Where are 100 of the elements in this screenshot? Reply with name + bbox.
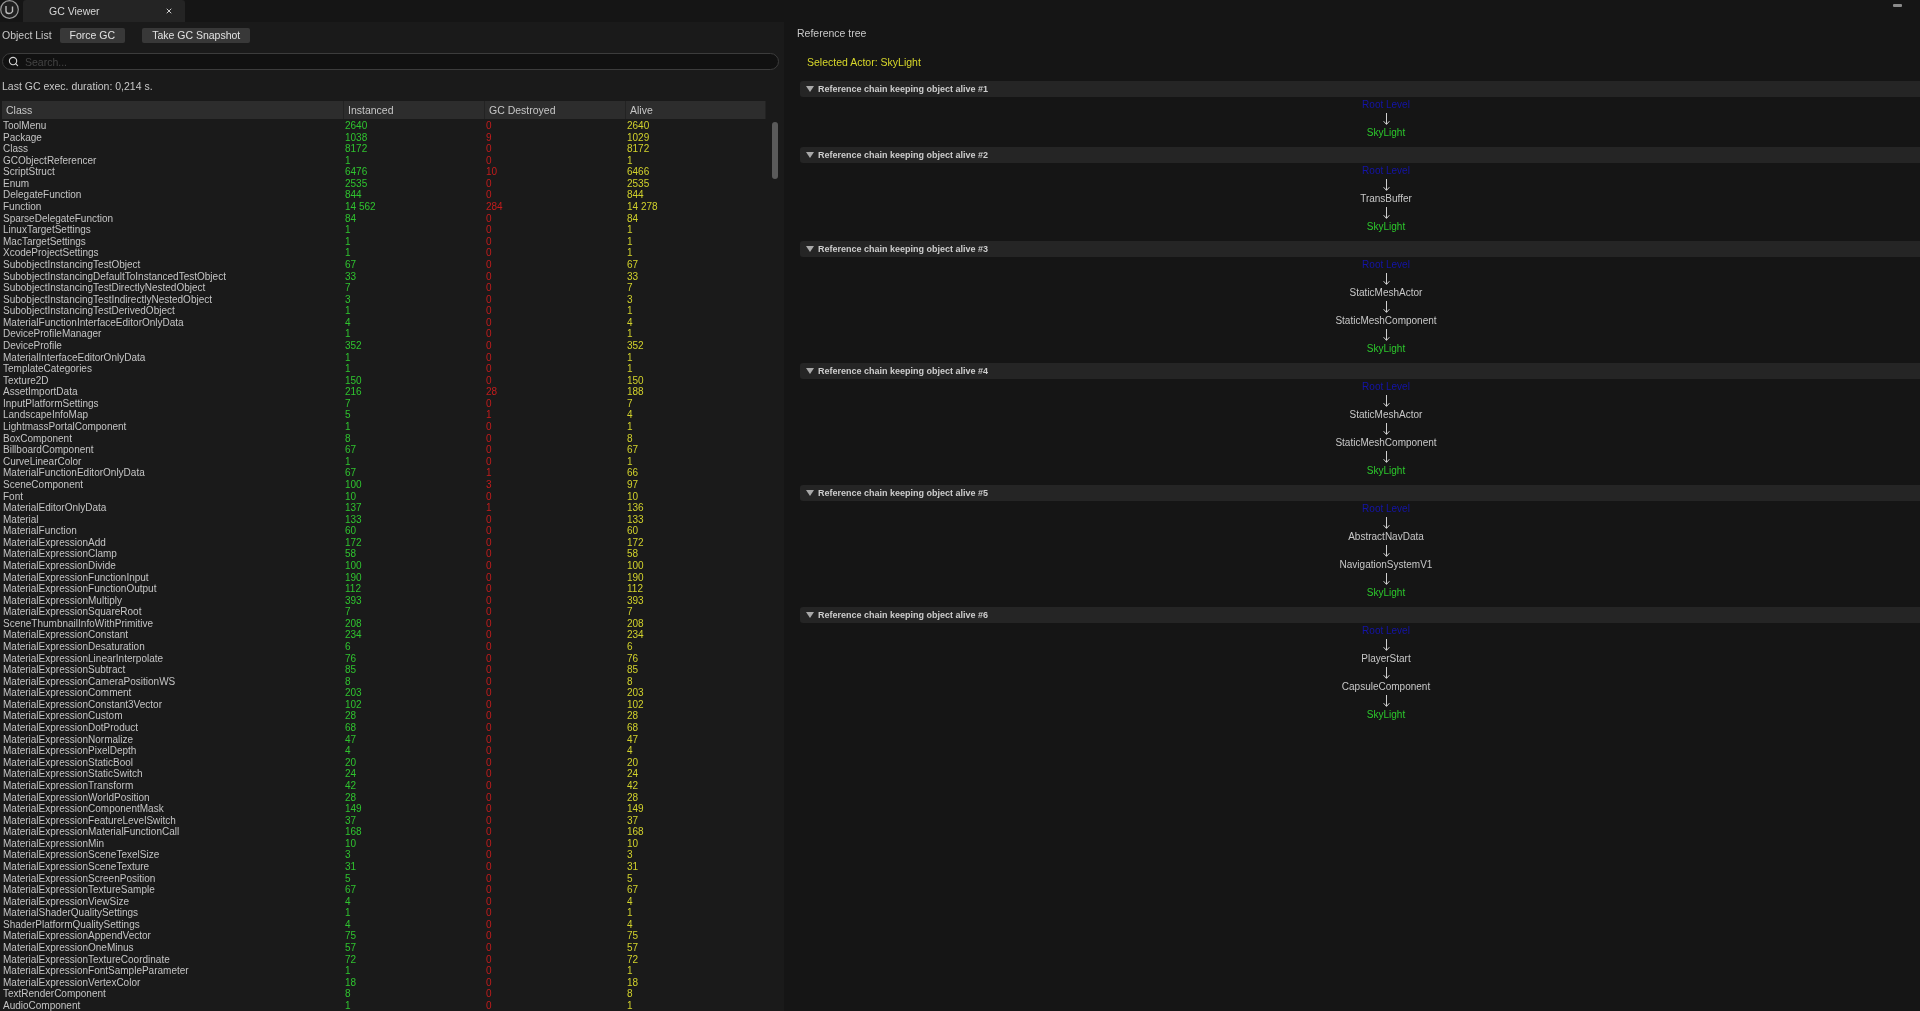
table-cell-text: 0 (485, 571, 493, 584)
chain-header[interactable]: Reference chain keeping object alive #2 (800, 147, 1920, 163)
table-cell-text: 188 (626, 386, 645, 398)
table-cell-text: 0 (485, 675, 493, 688)
table-cell-text: 28 (626, 710, 640, 723)
table-cell-text: 0 (485, 687, 493, 699)
table-cell-text: Material (2, 513, 40, 526)
column-header[interactable]: Instanced (344, 101, 485, 119)
table-cell-text: 3 (626, 293, 634, 306)
chain-header[interactable]: Reference chain keeping object alive #3 (800, 241, 1920, 257)
object-name-label: Root Level (1362, 502, 1410, 516)
table-cell-text: 0 (485, 490, 493, 503)
object-name-label: StaticMeshComponent (1335, 314, 1437, 328)
column-header[interactable]: Class (2, 101, 344, 119)
table-cell-text: MaterialExpressionComponentMask (2, 803, 165, 815)
chain-header[interactable]: Reference chain keeping object alive #4 (800, 363, 1920, 379)
table-cell-text: DeviceProfile (2, 340, 63, 352)
table-cell-text: 0 (485, 374, 493, 387)
table-cell-text: 75 (344, 930, 358, 943)
table-cell-text: 0 (485, 791, 493, 804)
table-cell-text: 4 (344, 918, 352, 931)
table-cell-text: 0 (485, 316, 493, 329)
table-cell-text: MaterialExpressionFunctionInput (2, 571, 150, 584)
table-cell-text: 0 (485, 884, 493, 896)
table-cell-text: 0 (485, 397, 493, 410)
table-cell-text: 352 (626, 340, 645, 352)
object-name-label: StaticMeshComponent (1335, 436, 1437, 450)
table-cell-text: 0 (485, 652, 493, 665)
table-cell-text: 0 (485, 583, 493, 595)
table-cell-text: 203 (344, 687, 363, 699)
table-cell-text: MaterialExpressionDotProduct (2, 722, 140, 734)
table-cell-text: 0 (485, 432, 493, 445)
table-cell-text: 1 (626, 421, 634, 433)
object-name-label: Root Level (1362, 380, 1410, 394)
table-cell-text: 0 (485, 363, 493, 375)
table-cell-text: 10 (626, 490, 640, 503)
table-cell-text: Font (2, 490, 24, 503)
table-cell-text: MaterialExpressionSubtract (2, 664, 127, 676)
table-cell-text: 57 (626, 942, 640, 954)
object-name-label: SkyLight (1366, 126, 1406, 140)
table-cell-text: 0 (485, 536, 493, 549)
table-cell-text: 0 (485, 664, 493, 676)
chain-header[interactable]: Reference chain keeping object alive #1 (800, 81, 1920, 97)
table-cell-text: 1 (626, 455, 634, 468)
table-cell-text: ScriptStruct (2, 166, 56, 178)
table-cell-text: 0 (485, 698, 493, 711)
table-cell-text: 208 (344, 617, 363, 630)
column-header[interactable]: Alive (626, 101, 766, 119)
table-cell-text: 28 (485, 386, 499, 398)
object-name-label: StaticMeshActor (1349, 286, 1423, 300)
table-cell-text: LinuxTargetSettings (2, 224, 92, 236)
table-cell-text: MaterialExpressionFunctionOutput (2, 583, 158, 595)
action-button[interactable]: Force GC (59, 27, 126, 43)
chain-header[interactable]: Reference chain keeping object alive #6 (800, 607, 1920, 623)
arrow-down-icon (1382, 695, 1390, 707)
table-cell-text: MaterialExpressionDivide (2, 559, 117, 572)
table-cell-text: SubobjectInstancingTestObject (2, 258, 142, 271)
table-cell-text: 1 (626, 999, 634, 1011)
action-button[interactable]: Take GC Snapshot (142, 27, 251, 43)
table-cell-text: 2535 (344, 177, 369, 190)
table-cell-text: 4 (626, 895, 634, 908)
table-cell-text: 0 (485, 837, 493, 850)
table-cell-text: 393 (626, 594, 645, 607)
table-cell-text: 0 (485, 872, 493, 885)
tab[interactable]: GC Viewer (23, 0, 185, 22)
table-cell-text: 4 (344, 745, 352, 757)
column-header[interactable]: GC Destroyed (485, 101, 626, 119)
table-cell-text: 60 (344, 525, 358, 537)
table-cell-text: 0 (485, 710, 493, 723)
table-cell-text: 67 (344, 467, 358, 479)
minimize-icon[interactable] (1893, 4, 1902, 7)
table-cell-text: 0 (485, 559, 493, 572)
object-name-label: NavigationSystemV1 (1339, 558, 1433, 572)
close-icon[interactable] (165, 7, 173, 15)
arrow-down-icon (1382, 395, 1390, 407)
table-cell-text: 100 (344, 559, 363, 572)
scrollbar-thumb[interactable] (772, 122, 778, 179)
table-cell-text: 1029 (626, 131, 651, 144)
table-cell-text: 102 (626, 698, 645, 711)
table-cell-text: 5 (344, 872, 352, 885)
table-cell-text: SceneThumbnailInfoWithPrimitive (2, 617, 155, 630)
table-cell-text: 0 (485, 235, 493, 248)
chain-header[interactable]: Reference chain keeping object alive #5 (800, 485, 1920, 501)
table-cell-text: SubobjectInstancingTestIndirectlyNestedObject (2, 293, 213, 306)
table-cell-text: MaterialFunctionInterfaceEditorOnlyData (2, 316, 185, 329)
table-cell-text: 84 (626, 212, 640, 225)
table-cell-text: BoxComponent (2, 432, 73, 445)
table-cell-text: 0 (485, 513, 493, 526)
table-cell-text: 24 (344, 768, 358, 780)
table-cell-text: 6 (626, 641, 634, 653)
table-cell-text: 0 (485, 965, 493, 977)
table-cell-text: MaterialExpressionAdd (2, 536, 107, 549)
table-cell-text: 844 (344, 189, 363, 202)
object-name-label: SkyLight (1366, 220, 1406, 234)
table-cell-text: 393 (344, 594, 363, 607)
table-cell-text: 0 (485, 548, 493, 560)
table-cell-text: 6476 (344, 166, 369, 178)
table-cell-text: 1038 (344, 131, 369, 144)
table-cell-text: 133 (626, 513, 645, 526)
table-cell-text: MaterialExpressionCustom (2, 710, 123, 723)
